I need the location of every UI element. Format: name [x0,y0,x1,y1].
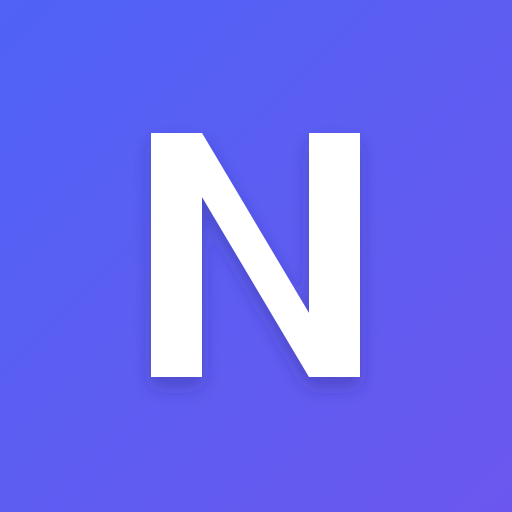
letter-n-shape [151,133,360,377]
app-icon: N [0,0,512,512]
monogram-letter-n: N [151,133,360,377]
